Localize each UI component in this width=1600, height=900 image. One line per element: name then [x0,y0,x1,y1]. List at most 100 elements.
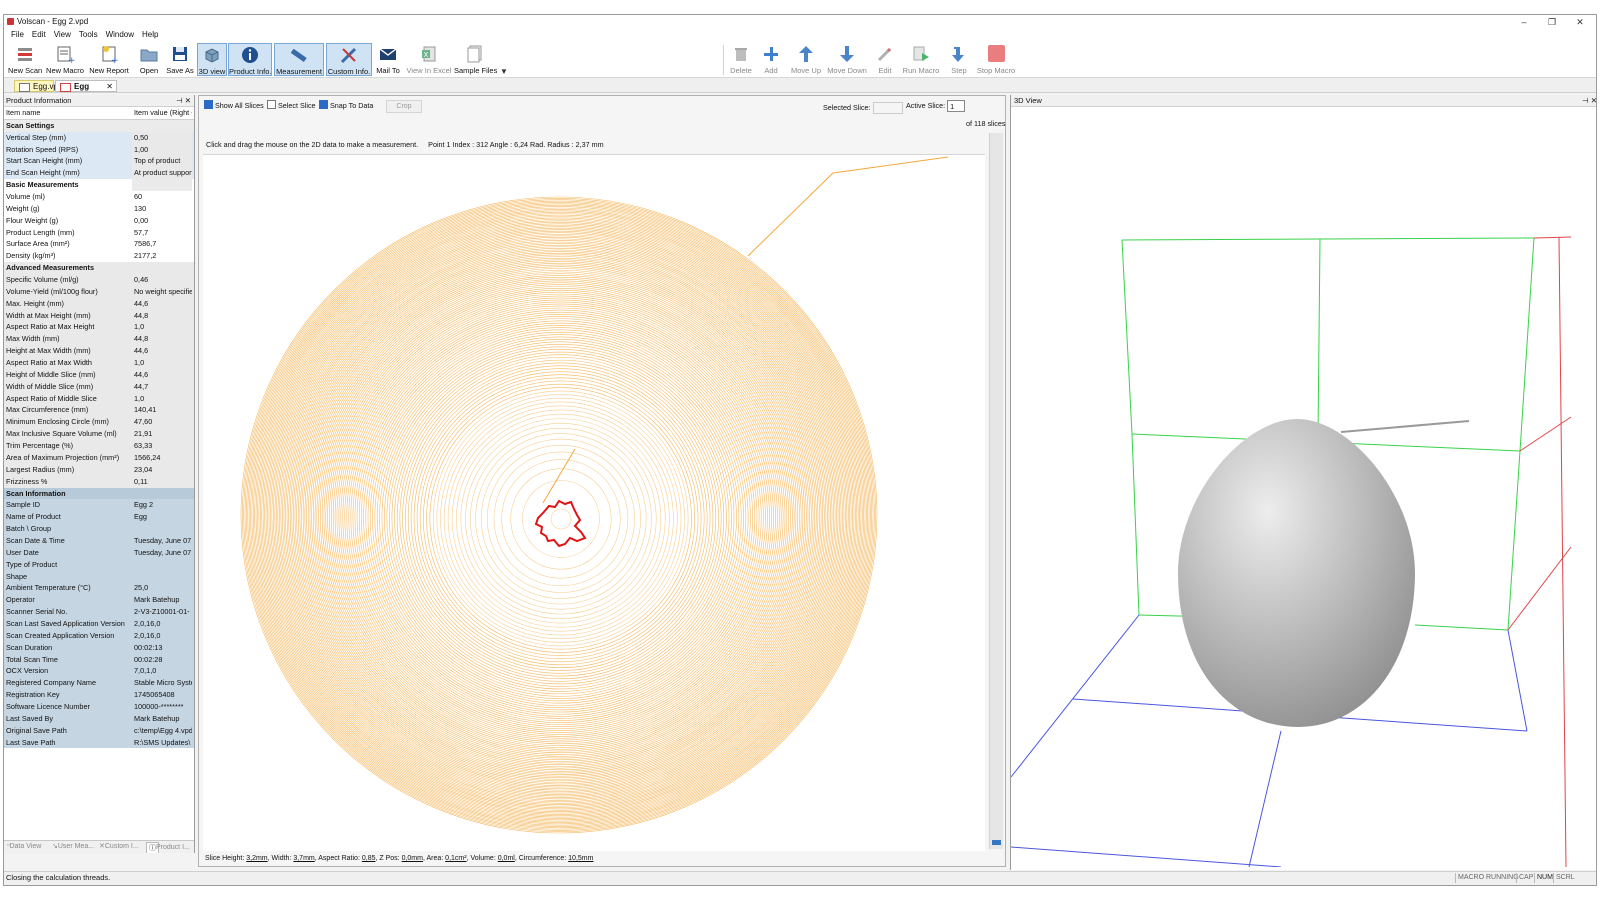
menu-help[interactable]: Help [138,29,162,41]
property-row[interactable]: Surface Area (mm²) 7586,7 [4,238,194,250]
3d-scene[interactable] [1011,107,1597,867]
property-row[interactable]: Volume-Yield (ml/100g flour) No weight sp… [4,285,194,298]
custom-info-button[interactable]: Custom Info. [326,43,372,76]
delete-button[interactable]: Delete [728,43,754,76]
property-row[interactable]: Vertical Step (mm) 0,50 [4,131,194,144]
property-row[interactable]: User Date Tuesday, June 07, [4,546,194,559]
product-info-button[interactable]: Product Info. [228,43,272,76]
save-as-button[interactable]: Save As [166,43,194,76]
property-row[interactable]: Type of Product [4,558,194,571]
property-row[interactable]: Volume (ml) 60 [4,191,194,203]
property-row[interactable]: Width at Max Height (mm) 44,8 [4,309,194,322]
property-row[interactable]: Flour Weight (g) 0,00 [4,215,194,227]
property-row[interactable]: Aspect Ratio at Max Width 1,0 [4,357,194,369]
tab-user-measurements[interactable]: ↘ User Mea... [52,842,94,850]
show-all-slices-checkbox[interactable]: Show All Slices [204,100,264,110]
property-row[interactable]: Rotation Speed (RPS) 1,00 [4,143,194,156]
property-row[interactable]: Scanner Serial No. 2-V3-Z10001-01- [4,606,194,618]
property-section-header[interactable]: Advanced Measurements [4,262,194,275]
property-row[interactable]: End Scan Height (mm) At product support [4,167,194,180]
property-row[interactable]: Max Width (mm) 44,8 [4,333,194,346]
property-row[interactable]: Software Licence Number 100000-******** [4,700,194,713]
property-row[interactable]: Name of Product Egg [4,511,194,524]
active-slice-input[interactable]: 1 [947,100,966,112]
property-row[interactable]: Height at Max Width (mm) 44,6 [4,345,194,358]
property-row[interactable]: Registration Key 1745065408 [4,689,194,701]
property-row[interactable]: OCX Version 7,0,1,0 [4,665,194,678]
menu-window[interactable]: Window [102,29,138,41]
property-row[interactable]: Max Circumference (mm) 140,41 [4,404,194,417]
slice-scrollbar[interactable] [989,133,1003,849]
toolbar-overflow-chevron-icon[interactable]: ▼ [500,67,508,76]
property-section-header[interactable]: Scan Settings [4,119,194,132]
step-button[interactable]: Step [948,43,970,76]
crop-button[interactable]: Crop [386,100,422,113]
property-row[interactable]: Max Inclusive Square Volume (ml) 21,91 [4,428,194,441]
move-down-button[interactable]: Move Down [826,43,868,76]
selected-slice-field[interactable] [872,102,903,114]
stop-macro-button[interactable]: Stop Macro [976,43,1016,76]
property-row[interactable]: Weight (g) 130 [4,203,194,215]
new-report-button[interactable]: + New Report [88,43,130,76]
property-row[interactable]: Aspect Ratio of Middle Slice 1,0 [4,392,194,405]
menu-view[interactable]: View [50,29,75,41]
property-row[interactable]: Registered Company Name Stable Micro Syst… [4,677,194,690]
mail-to-button[interactable]: Mail To [374,43,402,76]
property-row[interactable]: Height of Middle Slice (mm) 44,6 [4,368,194,381]
minimize-button[interactable]: – [1510,15,1538,29]
pin-icon[interactable]: ⊣ [176,96,183,105]
property-row[interactable]: Product Length (mm) 57,7 [4,227,194,239]
pin-icon[interactable]: ⊣ [1582,96,1589,105]
property-row[interactable]: Last Saved By Mark Batehup [4,712,194,725]
edit-button[interactable]: Edit [874,43,896,76]
tab-egg-vpr[interactable]: Egg.vpr [14,80,61,92]
close-panel-icon[interactable]: ✕ [1591,96,1596,105]
new-macro-button[interactable]: + New Macro [46,43,84,76]
property-row[interactable]: Specific Volume (ml/g) 0,46 [4,274,194,286]
property-row[interactable]: Total Scan Time 00:02:28 [4,653,194,666]
property-row[interactable]: Sample ID Egg 2 [4,499,194,512]
3d-view-button[interactable]: 3D view [197,43,227,76]
tab-data-view[interactable]: ▫ Data View [7,842,41,850]
property-row[interactable]: Original Save Path c:\temp\Egg 4.vpd [4,724,194,737]
close-window-button[interactable]: ✕ [1566,15,1594,29]
menu-edit[interactable]: Edit [28,29,50,41]
property-row[interactable]: Density (kg/m³) 2177,2 [4,250,194,262]
property-row[interactable]: Trim Percentage (%) 63,33 [4,440,194,452]
menu-tools[interactable]: Tools [75,29,102,41]
property-row[interactable]: Scan Last Saved Application Version 2,0,1… [4,617,194,630]
property-row[interactable]: Largest Radius (mm) 23,04 [4,463,194,476]
property-row[interactable]: Minimum Enclosing Circle (mm) 47,60 [4,416,194,429]
property-row[interactable]: Aspect Ratio at Max Height 1,0 [4,321,194,334]
property-section-header[interactable]: Basic Measurements [4,179,194,192]
open-button[interactable]: Open [135,43,163,76]
property-row[interactable]: Width of Middle Slice (mm) 44,7 [4,380,194,393]
select-slice-checkbox[interactable]: Select Slice [267,100,316,110]
menu-file[interactable]: File [7,29,28,41]
sample-files-button[interactable]: Sample Files [454,43,497,76]
property-row[interactable]: Batch \ Group [4,523,194,535]
view-in-excel-button[interactable]: X View In Excel [406,43,452,76]
property-row[interactable]: Ambient Temperature (°C) 25,0 [4,582,194,595]
property-row[interactable]: Last Save Path R:\SMS Updates\ [4,736,194,749]
property-row[interactable]: Shape [4,570,194,583]
move-up-button[interactable]: Move Up [790,43,822,76]
slice-contour-plot[interactable] [203,154,985,851]
tab-product-info[interactable]: ⓘ Product I... [146,842,190,853]
property-row[interactable]: Scan Date & Time Tuesday, June 07, [4,534,194,547]
run-macro-button[interactable]: Run Macro [901,43,941,76]
property-row[interactable]: Scan Created Application Version 2,0,16,0 [4,629,194,642]
restore-button[interactable]: ❐ [1538,15,1566,29]
property-row[interactable]: Operator Mark Batehup [4,594,194,607]
property-row[interactable]: Max. Height (mm) 44,6 [4,297,194,310]
add-button[interactable]: Add [760,43,782,76]
measurement-button[interactable]: Measurement [274,43,324,76]
close-tab-icon[interactable]: ✕ [106,81,113,93]
property-row[interactable]: Scan Duration 00:02:13 [4,641,194,654]
tab-egg-2-vpd[interactable]: Egg 2.vpd✕ [55,80,117,103]
snap-to-data-checkbox[interactable]: Snap To Data [319,100,373,110]
scrollbar-thumb[interactable] [992,840,1001,845]
close-panel-icon[interactable]: ✕ [185,96,191,105]
new-scan-button[interactable]: New Scan [8,43,42,76]
property-section-header[interactable]: Scan Information [4,487,194,500]
